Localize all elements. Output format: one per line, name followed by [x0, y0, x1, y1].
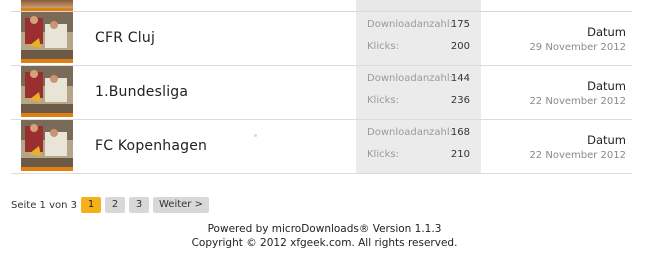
clicks-label: Klicks:	[367, 95, 399, 106]
list-item[interactable]: FC Kopenhagen Downloadanzahl: 168 Klicks…	[11, 120, 632, 174]
clicks-label: Klicks:	[367, 149, 399, 160]
list-item[interactable]: CFR Cluj Downloadanzahl: 175 Klicks: 200…	[11, 12, 632, 66]
clicks-count: 210	[450, 149, 470, 160]
copyright-text: Copyright © 2012 xfgeek.com. All rights …	[191, 237, 458, 249]
downloads-label: Downloadanzahl:	[367, 73, 454, 84]
powered-by-text: Powered by microDownloads® Version 1.1.3	[207, 223, 442, 235]
pagination: Seite 1 von 3 1 2 3 Weiter >	[11, 196, 209, 214]
clicks-label: Klicks:	[367, 41, 399, 52]
partial-list-item	[11, 0, 632, 12]
downloads-label: Downloadanzahl:	[367, 127, 454, 138]
item-title[interactable]: FC Kopenhagen	[95, 138, 207, 154]
downloads-label: Downloadanzahl:	[367, 19, 454, 30]
thumbnail	[21, 0, 73, 11]
next-page-button[interactable]: Weiter >	[153, 197, 209, 213]
football-thumbnail-icon[interactable]	[21, 12, 73, 63]
page-1-button[interactable]: 1	[81, 197, 101, 213]
clicks-count: 200	[450, 41, 470, 52]
downloads-count: 144	[450, 73, 470, 84]
date-value: 29 November 2012	[529, 42, 626, 53]
stats-panel: Downloadanzahl: 175 Klicks: 200	[356, 12, 481, 65]
downloads-count: 175	[450, 19, 470, 30]
football-thumbnail-icon[interactable]	[21, 120, 73, 171]
stats-panel: Downloadanzahl: 168 Klicks: 210	[356, 120, 481, 173]
date-label: Datum	[587, 25, 626, 39]
item-title[interactable]: 1.Bundesliga	[95, 84, 188, 100]
date-label: Datum	[587, 133, 626, 147]
divider-dot	[254, 134, 257, 137]
date-value: 22 November 2012	[529, 150, 626, 161]
downloads-count: 168	[450, 127, 470, 138]
page-info: Seite 1 von 3	[11, 199, 77, 211]
stats-panel	[356, 0, 481, 11]
date-value: 22 November 2012	[529, 96, 626, 107]
date-label: Datum	[587, 79, 626, 93]
stats-panel: Downloadanzahl: 144 Klicks: 236	[356, 66, 481, 119]
football-thumbnail-icon[interactable]	[21, 66, 73, 117]
list-item[interactable]: 1.Bundesliga Downloadanzahl: 144 Klicks:…	[11, 66, 632, 120]
page-3-button[interactable]: 3	[129, 197, 149, 213]
page-2-button[interactable]: 2	[105, 197, 125, 213]
clicks-count: 236	[450, 95, 470, 106]
item-title[interactable]: CFR Cluj	[95, 30, 155, 46]
